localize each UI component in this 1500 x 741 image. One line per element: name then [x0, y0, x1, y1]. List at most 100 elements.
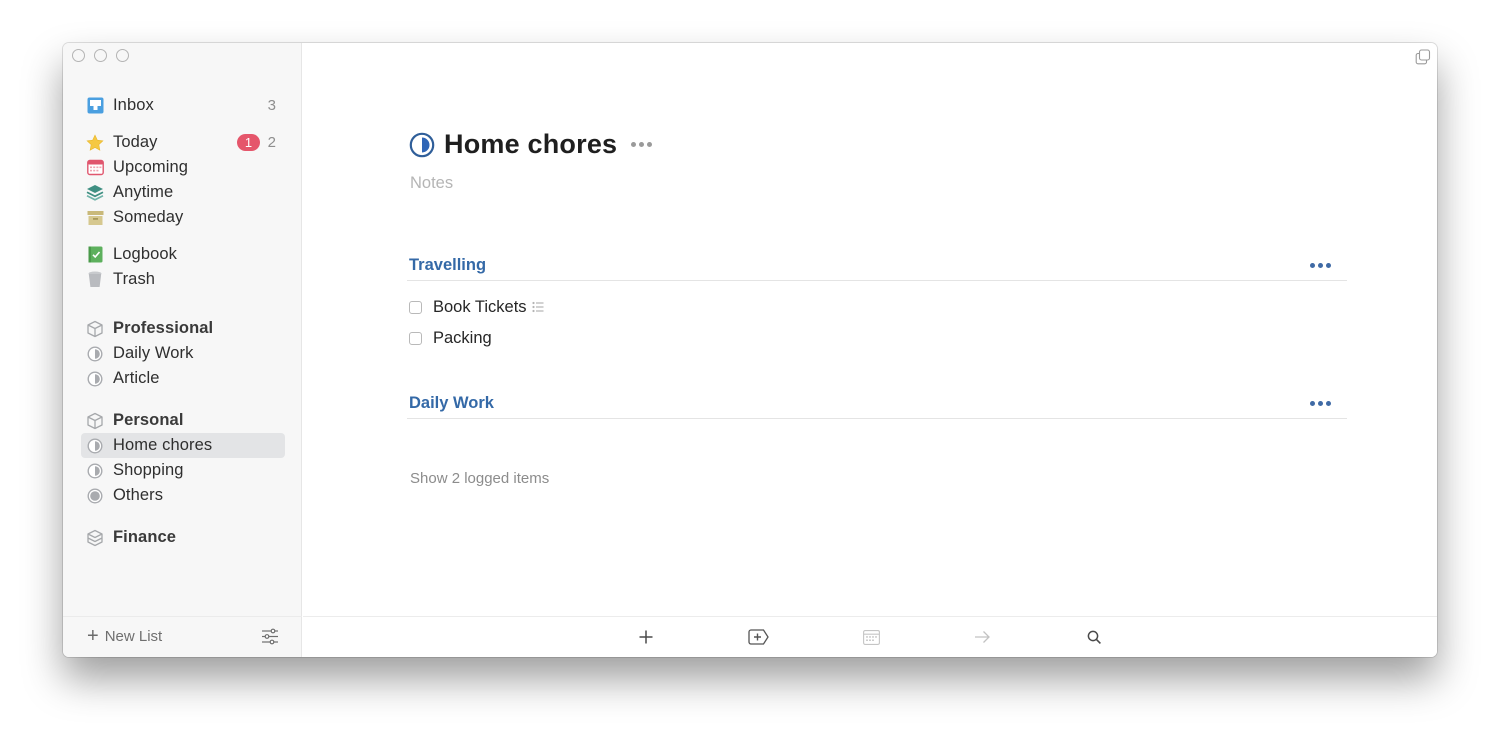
project-progress-icon	[409, 132, 435, 157]
sidebar-area-finance[interactable]: Finance	[81, 525, 285, 550]
new-list-button[interactable]: + New List	[87, 625, 163, 647]
sidebar-item-label: Daily Work	[113, 344, 194, 362]
sidebar-item-label: Others	[113, 486, 164, 504]
sidebar-item-label: Professional	[113, 319, 214, 337]
area-box-icon	[86, 320, 104, 338]
heading-title[interactable]: Daily Work	[409, 394, 494, 413]
sidebar-item-inbox[interactable]: Inbox 3	[81, 93, 285, 118]
more-dot	[1318, 263, 1323, 268]
sidebar-item-logbook[interactable]: Logbook	[81, 242, 285, 267]
sidebar-item-label: Trash	[113, 270, 156, 288]
sidebar: Inbox 3 Today 1 2 Upcoming Anytime Somed…	[63, 43, 302, 657]
sidebar-item-label: Logbook	[113, 245, 178, 263]
today-count: 2	[267, 134, 276, 151]
search-button[interactable]	[1083, 627, 1105, 647]
todo-item[interactable]: Packing	[409, 326, 492, 350]
app-window: Inbox 3 Today 1 2 Upcoming Anytime Somed…	[63, 43, 1437, 657]
heading-daily-work: Daily Work	[407, 391, 1347, 419]
bottom-toolbar	[303, 616, 1437, 657]
sidebar-item-label: Inbox	[113, 96, 154, 114]
sidebar-item-label: Anytime	[113, 183, 174, 201]
inbox-count: 3	[267, 97, 276, 114]
search-icon	[1087, 630, 1101, 644]
more-dot	[631, 142, 637, 147]
todo-title[interactable]: Packing	[433, 329, 492, 348]
sidebar-item-label: Someday	[113, 208, 184, 226]
project-title[interactable]: Home chores	[444, 129, 617, 160]
sidebar-item-label: Shopping	[113, 461, 184, 479]
todo-title[interactable]: Book Tickets	[433, 298, 527, 317]
calendar-icon	[86, 159, 104, 177]
todo-checkbox[interactable]	[409, 300, 422, 314]
move-button[interactable]	[971, 627, 993, 647]
more-dot	[1318, 401, 1323, 406]
today-overdue-badge: 1	[237, 134, 260, 151]
heading-more-button[interactable]	[1310, 263, 1331, 268]
project-header: Home chores	[409, 129, 653, 160]
plus-icon	[639, 630, 653, 644]
project-progress-icon	[86, 370, 104, 388]
sidebar-item-upcoming[interactable]: Upcoming	[81, 155, 285, 180]
close-window-button[interactable]	[72, 49, 85, 62]
main-content: Home chores Notes Travelling Book Ticket…	[303, 43, 1437, 657]
area-box-icon	[86, 412, 104, 430]
todo-item[interactable]: Book Tickets	[409, 295, 544, 319]
new-list-label: New List	[104, 627, 163, 645]
more-dot	[1326, 263, 1331, 268]
sidebar-project-others[interactable]: Others	[81, 483, 285, 508]
project-progress-icon	[86, 345, 104, 363]
filter-settings-button[interactable]	[261, 628, 281, 646]
more-dot	[1326, 401, 1331, 406]
sidebar-item-label: Today	[113, 133, 158, 151]
sidebar-item-anytime[interactable]: Anytime	[81, 180, 285, 205]
logbook-icon	[86, 246, 104, 264]
more-dot	[1310, 263, 1315, 268]
sidebar-project-shopping[interactable]: Shopping	[81, 458, 285, 483]
sidebar-project-article[interactable]: Article	[81, 366, 285, 391]
archive-box-icon	[86, 209, 104, 227]
project-progress-icon	[86, 487, 104, 505]
project-progress-icon	[86, 437, 104, 455]
duplicate-window-button[interactable]	[1415, 49, 1431, 65]
duplicate-icon	[1415, 49, 1431, 65]
sidebar-item-label: Personal	[113, 411, 184, 429]
plus-icon: +	[87, 625, 99, 647]
when-button[interactable]	[860, 627, 882, 647]
window-controls	[72, 49, 129, 62]
sidebar-footer: + New List	[63, 616, 302, 657]
inbox-icon	[86, 97, 104, 115]
trash-icon	[86, 271, 104, 289]
sidebar-project-daily-work[interactable]: Daily Work	[81, 341, 285, 366]
checklist-icon	[531, 301, 544, 313]
star-icon	[86, 133, 104, 152]
sidebar-project-home-chores[interactable]: Home chores	[81, 433, 285, 458]
minimize-window-button[interactable]	[94, 49, 107, 62]
sidebar-item-label: Upcoming	[113, 158, 189, 176]
heading-travelling: Travelling	[407, 253, 1347, 281]
project-progress-icon	[86, 462, 104, 480]
new-todo-button[interactable]	[635, 627, 657, 647]
heading-title[interactable]: Travelling	[409, 256, 486, 275]
sidebar-item-label: Article	[113, 369, 160, 387]
sidebar-item-today[interactable]: Today 1 2	[81, 130, 285, 155]
project-notes-field[interactable]: Notes	[410, 174, 453, 193]
sidebar-item-trash[interactable]: Trash	[81, 267, 285, 292]
sidebar-item-label: Home chores	[113, 436, 213, 454]
sidebar-area-professional[interactable]: Professional	[81, 316, 285, 341]
calendar-icon	[862, 629, 880, 645]
layers-icon	[86, 184, 104, 202]
project-more-button[interactable]	[631, 138, 653, 151]
zoom-window-button[interactable]	[116, 49, 129, 62]
arrow-right-icon	[974, 631, 990, 643]
show-logged-items-link[interactable]: Show 2 logged items	[410, 470, 549, 487]
new-heading-button[interactable]	[747, 627, 769, 647]
heading-more-button[interactable]	[1310, 401, 1331, 406]
add-heading-icon	[747, 629, 769, 645]
sidebar-area-personal[interactable]: Personal	[81, 408, 285, 433]
sidebar-item-someday[interactable]: Someday	[81, 205, 285, 230]
sliders-icon	[262, 628, 278, 645]
todo-checkbox[interactable]	[409, 331, 422, 345]
sidebar-item-label: Finance	[113, 528, 177, 546]
area-box-icon	[86, 529, 104, 547]
more-dot	[647, 142, 653, 147]
